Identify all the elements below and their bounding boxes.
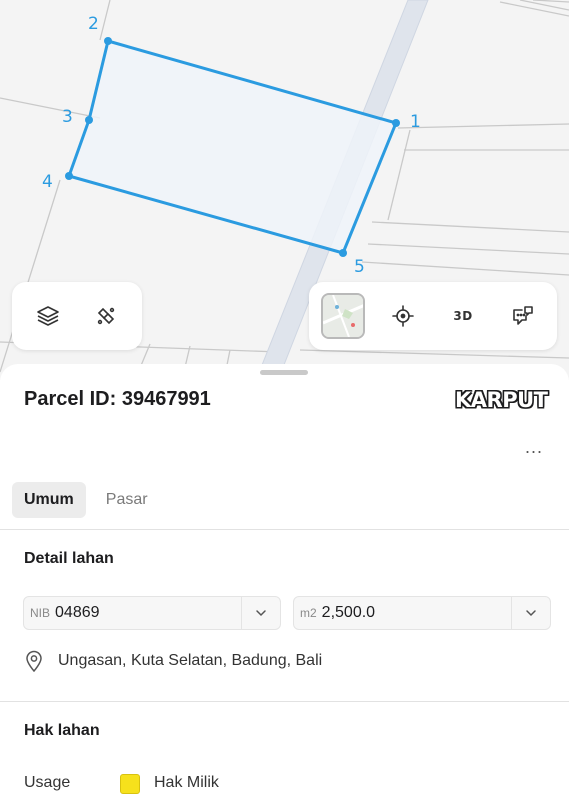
locate-button[interactable] (381, 294, 425, 338)
3d-button[interactable]: 3D (441, 294, 485, 338)
nib-dropdown-button[interactable] (241, 597, 280, 629)
map-tools-right: 3D (309, 282, 557, 350)
usage-label: Usage (24, 774, 71, 791)
more-dots-icon: ... (524, 437, 543, 457)
tab-umum[interactable]: Umum (12, 482, 86, 518)
feedback-chat-icon (513, 306, 533, 325)
3d-icon: 3D (453, 309, 473, 323)
layers-icon (37, 306, 59, 326)
rights-section-title: Hak lahan (24, 722, 100, 739)
parcel-shape[interactable] (67, 39, 398, 255)
layers-button[interactable] (26, 294, 70, 338)
measure-path-button[interactable] (84, 294, 128, 338)
map-tools-left (12, 282, 142, 350)
parcel-vertex[interactable] (104, 37, 112, 45)
chevron-down-icon (256, 610, 266, 617)
vertex-label-1: 1 (410, 112, 421, 132)
area-value: 2,500.0 (321, 604, 376, 621)
chevron-down-icon (526, 610, 536, 617)
locate-crosshair-icon (392, 305, 414, 327)
area-unit-prefix: m2 (300, 606, 317, 620)
more-options-button[interactable]: ... (520, 437, 548, 464)
area-dropdown-button[interactable] (511, 597, 550, 629)
location-pin-icon (26, 650, 42, 672)
tab-bar: Umum Pasar (12, 482, 160, 518)
brand-logo: KARPUT (455, 388, 548, 412)
parcel-detail-sheet: Parcel ID: 39467991 KARPUT ... Umum Pasa… (0, 364, 569, 804)
vertex-label-5: 5 (354, 257, 365, 277)
map-style-button[interactable] (321, 293, 365, 339)
map-thumbnail-icon (321, 293, 365, 339)
usage-value: Hak Milik (154, 774, 219, 791)
vertex-label-2: 2 (88, 14, 99, 34)
vertex-label-4: 4 (42, 172, 53, 192)
vertex-label-3: 3 (62, 107, 73, 127)
nib-value: 04869 (55, 604, 100, 621)
nib-field[interactable]: NIB 04869 (23, 596, 281, 630)
section-divider (0, 701, 569, 702)
measure-path-icon (97, 307, 115, 325)
parcel-vertex[interactable] (339, 249, 347, 257)
nib-prefix: NIB (30, 606, 51, 620)
tabs-divider (0, 529, 569, 530)
parcel-title: Parcel ID: 39467991 (24, 388, 211, 410)
parcel-vertex[interactable] (392, 119, 400, 127)
address-text: Ungasan, Kuta Selatan, Badung, Bali (58, 652, 323, 669)
sheet-drag-handle[interactable] (260, 370, 308, 375)
usage-color-swatch (120, 774, 140, 794)
tab-pasar[interactable]: Pasar (94, 482, 160, 518)
feedback-button[interactable] (501, 294, 545, 338)
area-field[interactable]: m2 2,500.0 (293, 596, 551, 630)
address-row: Ungasan, Kuta Selatan, Badung, Bali (24, 650, 322, 672)
parcel-vertex[interactable] (65, 172, 73, 180)
detail-section-title: Detail lahan (24, 550, 114, 567)
parcel-vertex[interactable] (85, 116, 93, 124)
